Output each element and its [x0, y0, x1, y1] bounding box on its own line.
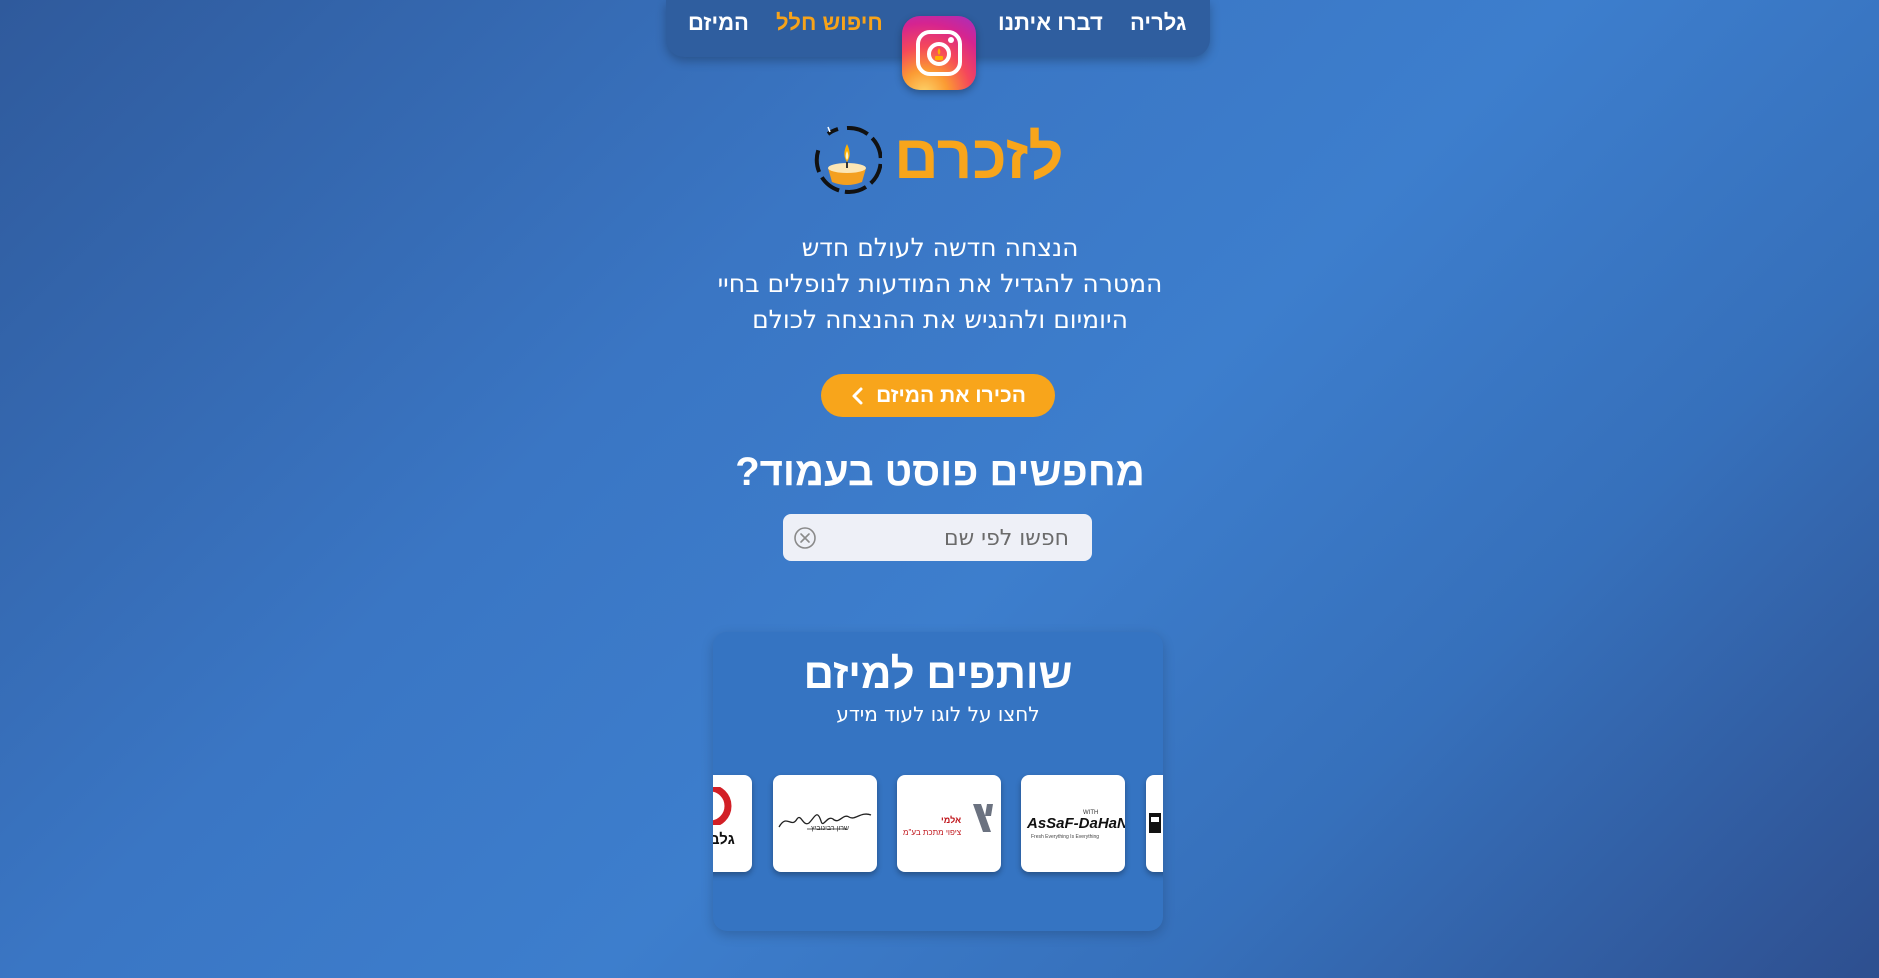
- partner-logo-subtitle: שרון רבינוביץ: [811, 825, 850, 832]
- partner-logo-ring: [713, 787, 732, 825]
- partner-logo-subtitle: ציפוי מתכת בע"מ: [903, 828, 962, 837]
- search-heading: מחפשים פוסט בעמוד?: [735, 450, 1145, 494]
- nav-project[interactable]: המיזם: [688, 10, 749, 36]
- nav-search-fallen[interactable]: חיפוש חלל: [776, 10, 883, 36]
- memorial-candle-icon: [814, 125, 882, 194]
- partners-title: שותפים למיזם: [803, 650, 1073, 697]
- tagline-line: המטרה להגדיל את המודעות לנופלים בחיי: [717, 269, 1163, 298]
- partner-logo-assaf-dahan[interactable]: WITH AsSaF-DaHaN Fresh Everything Is Eve…: [1021, 775, 1125, 872]
- about-project-label: הכירו את המיזם: [876, 383, 1026, 407]
- search-input[interactable]: [827, 514, 1071, 563]
- chevron-left-icon: [852, 387, 863, 404]
- nav-contact[interactable]: דברו איתנו: [998, 10, 1103, 36]
- partners-subtitle: לחצו על לוגו לעוד מידע: [836, 702, 1040, 726]
- clear-search-icon[interactable]: [793, 526, 817, 550]
- hero-tagline: הנצחה חדשה לעולם חדש המטרה להגדיל את המו…: [640, 230, 1240, 338]
- partner-logo-name: אלמי: [941, 815, 962, 825]
- nav-gallery[interactable]: גלריה: [1130, 10, 1186, 36]
- partner-logo-mark: [1149, 813, 1161, 833]
- tagline-line: היומיום ולהנגיש את ההנצחה לכולם: [752, 305, 1128, 334]
- site-logo-text: לזכרם: [894, 123, 1064, 192]
- search-box: [783, 514, 1092, 563]
- almi-logo-mark: [973, 804, 993, 832]
- partner-logo-almi[interactable]: אלמי ציפוי מתכת בע"מ: [897, 775, 1001, 872]
- tagline-line: הנצחה חדשה לעולם חדש: [801, 233, 1079, 262]
- partners-section: שותפים למיזם לחצו על לוגו לעוד מידע WITH…: [713, 632, 1163, 931]
- instagram-button[interactable]: [902, 16, 976, 90]
- partner-logo-name: AsSaF-DaHaN: [1027, 815, 1125, 832]
- instagram-icon: [916, 30, 962, 76]
- partner-logo-tagline: Fresh Everything Is Everything: [1031, 834, 1100, 840]
- about-project-button[interactable]: הכירו את המיזם: [821, 374, 1055, 417]
- partner-logo-signature[interactable]: שרון רבינוביץ: [773, 775, 877, 872]
- partner-logo-partial-right[interactable]: [1146, 775, 1163, 872]
- partner-logo-partial-left[interactable]: גלב: [713, 775, 752, 872]
- partner-logo-mark: [1151, 817, 1159, 822]
- partner-logo-name: גלב: [713, 831, 735, 848]
